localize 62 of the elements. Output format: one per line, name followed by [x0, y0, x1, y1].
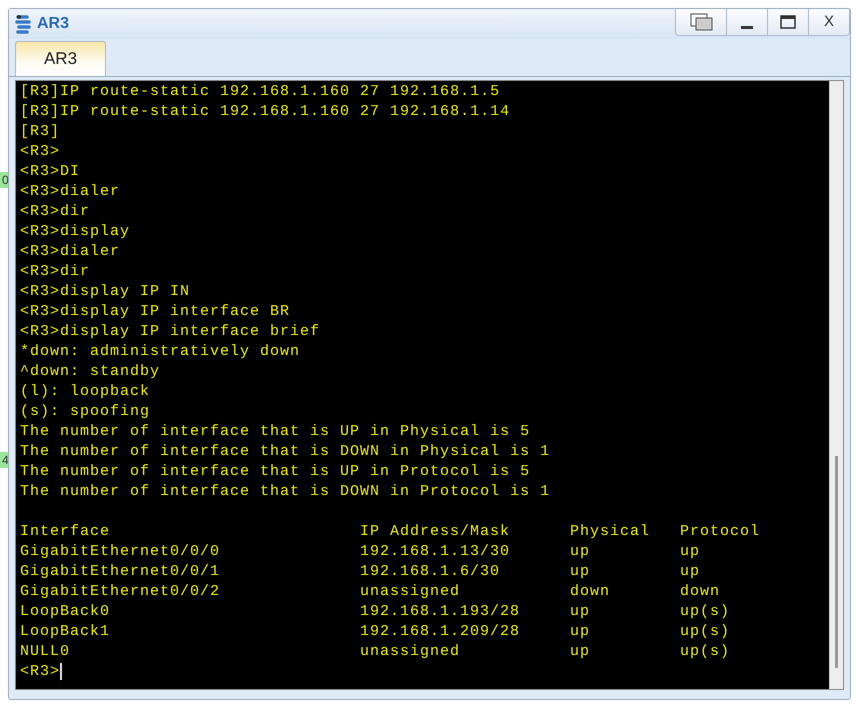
table-cell: up(s) [680, 622, 730, 642]
console-line: <R3>display [20, 222, 132, 242]
console-line: The number of interface that is UP in Physical is 5 [20, 422, 532, 442]
table-cell-text: NULL0 [20, 642, 72, 662]
console-line: <R3>DI [20, 162, 82, 182]
column-header: IP Address/Mask [360, 522, 512, 542]
table-cell-text: GigabitEthernet0/0/0 [20, 542, 222, 562]
table-cell: up [680, 542, 700, 562]
console-line: [R3]IP route-static 192.168.1.160 27 192.168.1.14 [20, 102, 512, 122]
console-line: The number of interface that is DOWN in Physical is 1 [20, 442, 552, 462]
console-line: The number of interface that is UP in Protocol is 5 [20, 462, 532, 482]
console-line: The number of interface that is DOWN in Protocol is 1 [20, 482, 552, 502]
console-line: <R3> [20, 142, 62, 162]
table-cell-text: up [570, 542, 592, 562]
table-cell-text: 192.168.1.193/28 [360, 602, 522, 622]
table-cell-text: unassigned [360, 642, 462, 662]
maximize-icon [780, 15, 796, 29]
console-line: (l): loopback [20, 382, 152, 402]
table-cell-text: LoopBack0 [20, 602, 112, 622]
maximize-button[interactable] [767, 9, 808, 35]
console-line: *down: administratively down [20, 342, 302, 362]
table-cell: up(s) [680, 642, 730, 662]
column-header: Interface [20, 522, 112, 542]
minimize-button[interactable] [726, 9, 767, 35]
table-cell-text: up [570, 602, 592, 622]
console-line: <R3>dialer [20, 182, 122, 202]
console-line: <R3>dir [20, 202, 92, 222]
console-line: <R3>dialer [20, 242, 122, 262]
table-cell-text: up [570, 642, 592, 662]
window-title: AR3 [37, 14, 70, 34]
table-cell: down [680, 582, 720, 602]
table-cell-text: unassigned [360, 582, 462, 602]
table-cell-text: GigabitEthernet0/0/2 [20, 582, 222, 602]
column-header: Physical [570, 522, 652, 542]
console-line: <R3>display IP IN [20, 282, 192, 302]
table-cell-text: 192.168.1.209/28 [360, 622, 522, 642]
tab[interactable]: AR3 [15, 41, 106, 76]
console-line: [R3]IP route-static 192.168.1.160 27 192.168.1.5 [20, 82, 502, 102]
table-cell-text: down [570, 582, 612, 602]
scrollbar[interactable] [829, 81, 843, 689]
console-prompt: <R3> [20, 663, 60, 680]
text-cursor [60, 662, 62, 680]
minimize-icon [741, 26, 753, 28]
table-cell-text: LoopBack1 [20, 622, 112, 642]
table-cell: up(s) [680, 602, 730, 622]
column-header: Protocol [680, 522, 760, 542]
table-cell-text: 192.168.1.6/30 [360, 562, 502, 582]
console-line: <R3>display IP interface BR [20, 302, 292, 322]
table-cell-text: up [570, 622, 592, 642]
console-line: <R3>display IP interface brief [20, 322, 322, 342]
console-line: ^down: standby [20, 362, 162, 382]
console-line: [R3] [20, 122, 62, 142]
close-button[interactable]: X [808, 9, 849, 35]
restore-button[interactable] [676, 9, 726, 35]
console-line: (s): spoofing [20, 402, 152, 422]
console-line: <R3>dir [20, 262, 92, 282]
table-cell-text: GigabitEthernet0/0/1 [20, 562, 222, 582]
restore-windows-icon [688, 12, 714, 32]
scrollbar-thumb[interactable] [835, 456, 838, 668]
table-cell: up [680, 562, 700, 582]
table-cell-text: up [570, 562, 592, 582]
table-cell-text: 192.168.1.13/30 [360, 542, 512, 562]
